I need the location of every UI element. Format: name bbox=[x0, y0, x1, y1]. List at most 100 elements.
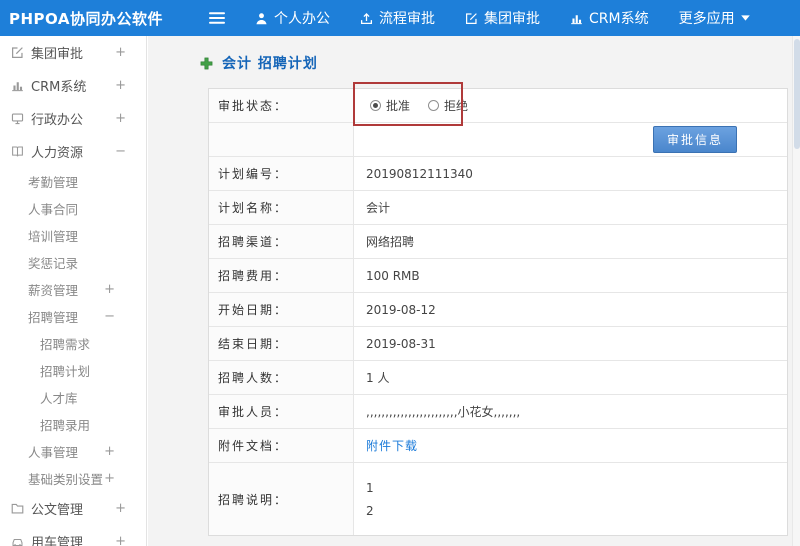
nav-group-approval[interactable]: 集团审批 bbox=[465, 8, 540, 28]
scrollbar-thumb[interactable] bbox=[794, 39, 800, 149]
nav-label: 流程审批 bbox=[379, 11, 435, 27]
sidebar-item-recruitment-demand[interactable]: 招聘需求 bbox=[0, 330, 146, 357]
app-logo[interactable]: PHPOA协同办公软件 bbox=[0, 8, 163, 29]
expand-icon[interactable]: + bbox=[115, 112, 126, 125]
field-row-recruitment-cost: 招聘费用： 100 RMB bbox=[209, 259, 787, 293]
expand-icon[interactable]: + bbox=[115, 535, 126, 546]
nav-personal-office[interactable]: 个人办公 bbox=[255, 8, 330, 28]
field-label: 附件文档： bbox=[209, 429, 354, 462]
edit-icon bbox=[11, 46, 24, 59]
expand-icon[interactable]: + bbox=[115, 46, 126, 59]
sidebar-item-training-management[interactable]: 培训管理 bbox=[0, 222, 146, 249]
sidebar-item-personnel-contract[interactable]: 人事合同 bbox=[0, 195, 146, 222]
field-value: 2019-08-31 bbox=[366, 336, 436, 351]
field-label: 结束日期： bbox=[209, 327, 354, 360]
sidebar-item-reward-punishment-records[interactable]: 奖惩记录 bbox=[0, 249, 146, 276]
radio-reject-control[interactable] bbox=[428, 100, 440, 111]
sidebar-item-recruitment-management[interactable]: 招聘管理 − bbox=[0, 303, 146, 330]
field-label: 审批状态： bbox=[209, 89, 354, 122]
sidebar-item-label: 奖惩记录 bbox=[28, 256, 79, 271]
chart-icon bbox=[11, 79, 24, 92]
vertical-scrollbar[interactable] bbox=[792, 36, 800, 546]
radio-approve-control[interactable] bbox=[370, 100, 381, 111]
sidebar-item-label: 薪资管理 bbox=[28, 283, 79, 298]
field-value: 20190812111340 bbox=[366, 166, 473, 181]
expand-icon[interactable]: + bbox=[115, 502, 126, 515]
radio-label: 批准 bbox=[386, 99, 411, 113]
field-value-line: 1 bbox=[366, 480, 374, 495]
field-value: 1 人 bbox=[366, 371, 390, 385]
process-icon bbox=[360, 12, 373, 25]
expand-icon[interactable]: + bbox=[104, 445, 115, 458]
sidebar: 集团审批 + CRM系统 + 行政办公 + 人力资源 − 考勤管理人事合同培训管理奖惩记录薪资管… bbox=[0, 36, 147, 546]
sidebar-item-human-resources[interactable]: 人力资源 − bbox=[0, 135, 146, 168]
sidebar-item-label: 招聘计划 bbox=[40, 364, 91, 379]
sidebar-item-label: 人才库 bbox=[40, 391, 78, 406]
sidebar-item-salary-management[interactable]: 薪资管理 + bbox=[0, 276, 146, 303]
nav-more-apps[interactable]: 更多应用 bbox=[679, 8, 750, 28]
approval-status-radio-group: 批准 拒绝 bbox=[354, 89, 787, 122]
field-label: 招聘费用： bbox=[209, 259, 354, 292]
approval-info-button[interactable]: 审批信息 bbox=[652, 126, 737, 153]
collapse-icon[interactable]: − bbox=[104, 310, 115, 323]
nav-crm-system[interactable]: CRM系统 bbox=[570, 8, 649, 28]
radio-reject[interactable]: 拒绝 bbox=[428, 97, 468, 114]
menu-icon bbox=[209, 11, 225, 25]
sidebar-item-label: 人事合同 bbox=[28, 202, 79, 217]
monitor-icon bbox=[11, 112, 24, 125]
sidebar-item-group-approval[interactable]: 集团审批 + bbox=[0, 36, 146, 69]
radio-label: 拒绝 bbox=[444, 99, 469, 113]
field-label: 招聘说明： bbox=[209, 463, 354, 535]
field-row-recruitment-channel: 招聘渠道： 网络招聘 bbox=[209, 225, 787, 259]
approval-status-row: 审批状态： 批准 拒绝 bbox=[209, 89, 787, 123]
sidebar-item-basic-category-settings[interactable]: 基础类别设置 + bbox=[0, 465, 146, 492]
sidebar-item-recruitment-hiring[interactable]: 招聘录用 bbox=[0, 411, 146, 438]
sidebar-item-label: 招聘管理 bbox=[28, 310, 79, 325]
field-row-start-date: 开始日期： 2019-08-12 bbox=[209, 293, 787, 327]
field-row-recruitment-headcount: 招聘人数： 1 人 bbox=[209, 361, 787, 395]
sidebar-item-personnel-management[interactable]: 人事管理 + bbox=[0, 438, 146, 465]
collapse-icon[interactable]: − bbox=[115, 145, 126, 158]
sidebar-item-label: 基础类别设置 bbox=[28, 472, 104, 487]
sidebar-item-label: 培训管理 bbox=[28, 229, 79, 244]
topbar: PHPOA协同办公软件 个人办公 流程审批 集团审批 CRM系统 更多应用 bbox=[0, 0, 800, 36]
expand-icon[interactable]: + bbox=[104, 472, 115, 485]
radio-approve[interactable]: 批准 bbox=[370, 97, 410, 114]
chart-icon bbox=[570, 12, 583, 25]
main-content: 会计 招聘计划 审批状态： 批准 拒绝 审批信息 计划编号： 20190812111… bbox=[148, 36, 792, 546]
sidebar-item-crm-system[interactable]: CRM系统 + bbox=[0, 69, 146, 102]
radio-selected-dot bbox=[373, 103, 378, 108]
field-row-attachment: 附件文档： 附件下载 bbox=[209, 429, 787, 463]
plan-detail-table: 审批状态： 批准 拒绝 审批信息 计划编号： 20190812111340 计划名称：… bbox=[208, 88, 788, 536]
nav-label: 更多应用 bbox=[678, 11, 735, 27]
folder-icon bbox=[11, 502, 24, 515]
sidebar-item-label: 行政办公 bbox=[31, 113, 84, 128]
person-icon bbox=[255, 12, 268, 25]
field-label: 招聘人数： bbox=[209, 361, 354, 394]
field-row-plan-name: 计划名称： 会计 bbox=[209, 191, 787, 225]
caret-down-icon bbox=[740, 15, 750, 21]
field-rows: 计划编号： 20190812111340 计划名称： 会计 招聘渠道： 网络招聘 招聘费用：… bbox=[209, 157, 787, 535]
sidebar-item-label: 公文管理 bbox=[31, 503, 84, 518]
expand-icon[interactable]: + bbox=[104, 283, 115, 296]
sidebar-item-vehicle-management[interactable]: 用车管理 + bbox=[0, 525, 146, 546]
sidebar-item-recruitment-plan[interactable]: 招聘计划 bbox=[0, 357, 146, 384]
top-navigation: 个人办公 流程审批 集团审批 CRM系统 更多应用 bbox=[209, 8, 750, 28]
field-row-plan-number: 计划编号： 20190812111340 bbox=[209, 157, 787, 191]
sidebar-item-attendance-management[interactable]: 考勤管理 bbox=[0, 168, 146, 195]
field-label: 审批人员： bbox=[209, 395, 354, 428]
nav-process-approval[interactable]: 流程审批 bbox=[360, 8, 435, 28]
sidebar-item-admin-office[interactable]: 行政办公 + bbox=[0, 102, 146, 135]
sidebar-item-label: 人事管理 bbox=[28, 445, 79, 460]
field-row-end-date: 结束日期： 2019-08-31 bbox=[209, 327, 787, 361]
sidebar-item-talent-pool[interactable]: 人才库 bbox=[0, 384, 146, 411]
add-icon[interactable] bbox=[200, 57, 213, 70]
nav-menu-toggle[interactable] bbox=[209, 11, 225, 25]
nav-label: CRM系统 bbox=[589, 11, 649, 27]
expand-icon[interactable]: + bbox=[115, 79, 126, 92]
nav-label: 个人办公 bbox=[274, 11, 330, 27]
attachment-download-link[interactable]: 附件下载 bbox=[366, 437, 418, 454]
field-label-empty bbox=[209, 123, 354, 156]
sidebar-item-document-management[interactable]: 公文管理 + bbox=[0, 492, 146, 525]
nav-label: 集团审批 bbox=[484, 11, 540, 27]
